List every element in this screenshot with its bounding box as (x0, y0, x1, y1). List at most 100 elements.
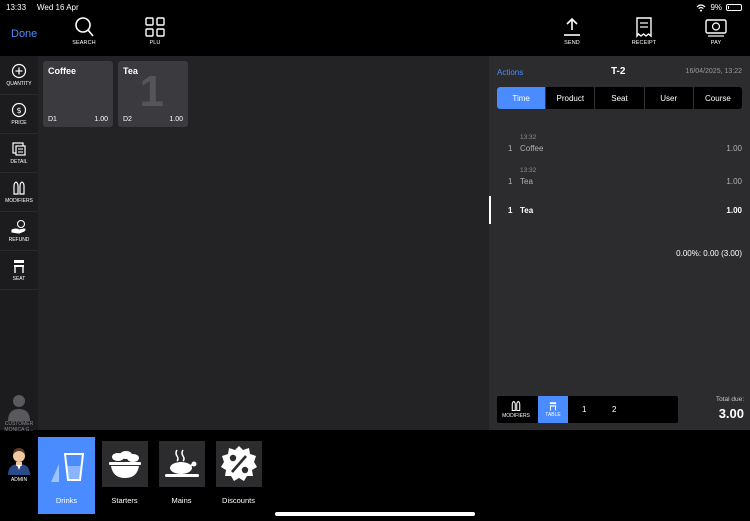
category-label: Starters (111, 496, 138, 505)
status-time: 13:33 (6, 3, 27, 12)
starters-image (101, 441, 148, 487)
product-tile-coffee[interactable]: Coffee D1 1.00 (43, 61, 113, 127)
line-price: 1.00 (726, 144, 742, 153)
detail-label: DETAIL (10, 159, 28, 165)
order-line-item[interactable]: 13:32 1 Tea 1.00 (489, 167, 750, 191)
pay-label: PAY (710, 40, 722, 46)
dollar-circle-icon: $ (11, 102, 27, 118)
receipt-button[interactable]: RECEIPT (624, 16, 664, 46)
modifiers-button[interactable]: MODIFIERS (0, 173, 38, 212)
function-sidebar: QUANTITY $ PRICE DETAIL MODIFIERS REFUND… (0, 56, 38, 433)
pay-button[interactable]: PAY (696, 16, 736, 46)
line-name: Tea (520, 206, 534, 215)
product-name: Tea (123, 66, 138, 76)
tab-product[interactable]: Product (546, 87, 596, 109)
customer-name: MONICA G... (4, 427, 34, 433)
customer-button[interactable]: CUSTOMER MONICA G... (0, 391, 38, 441)
modifiers-label: MODIFIERS (502, 413, 530, 419)
seat-icon (14, 260, 24, 273)
send-icon (564, 17, 580, 36)
table-button[interactable]: TABLE (538, 396, 568, 423)
seat-2-button[interactable]: 2 (612, 405, 616, 414)
detail-button[interactable]: DETAIL (0, 134, 38, 173)
tab-course[interactable]: Course (694, 87, 742, 109)
order-date: 16/04/2025, 13:22 (685, 68, 742, 75)
plu-grid-icon (145, 17, 165, 37)
category-label: Mains (171, 496, 192, 505)
refund-icon (11, 219, 26, 234)
toolbar: Done SEARCH PLU SEND RECEIPT PAY (0, 14, 750, 56)
table-label: TABLE (545, 412, 561, 418)
line-qty: 1 (508, 206, 513, 215)
category-label: Discounts (222, 496, 255, 505)
battery-fill (728, 6, 729, 9)
refund-button[interactable]: REFUND (0, 212, 38, 251)
admin-avatar-icon (8, 448, 30, 475)
product-tile-tea[interactable]: 1 Tea D2 1.00 (118, 61, 188, 127)
line-price: 1.00 (726, 177, 742, 186)
drinks-icon (50, 453, 84, 482)
discount-summary: 0.00%: 0.00 (3.00) (676, 249, 742, 258)
send-button[interactable]: SEND (552, 16, 592, 46)
table-name: T-2 (611, 66, 626, 77)
line-qty: 1 (508, 177, 513, 186)
refund-label: REFUND (8, 237, 30, 243)
admin-button[interactable]: ADMIN (0, 445, 38, 495)
search-icon (75, 17, 94, 37)
category-mains[interactable]: Mains (153, 437, 210, 514)
order-line-item[interactable]: 13:32 1 Coffee 1.00 (489, 134, 750, 158)
wifi-icon (697, 3, 706, 12)
seat-1-button[interactable]: 1 (582, 405, 586, 414)
done-button[interactable]: Done (11, 28, 37, 40)
order-bottom-controls: MODIFIERS TABLE 1 2 (497, 396, 678, 423)
cash-icon (705, 19, 727, 37)
modifiers-icon (511, 400, 521, 412)
price-label: PRICE (11, 120, 27, 126)
status-indicators: 9% (696, 3, 742, 12)
status-bar: 13:33 Wed 16 Apr 9% (0, 0, 750, 14)
category-starters[interactable]: Starters (96, 437, 153, 514)
price-button[interactable]: $ PRICE (0, 95, 38, 134)
search-label: SEARCH (72, 40, 96, 46)
line-time: 13:32 (520, 134, 537, 141)
product-code: D1 (48, 116, 57, 123)
salad-bowl-icon (108, 451, 141, 478)
battery-percent: 9% (710, 3, 722, 12)
modifiers-label: MODIFIERS (5, 198, 33, 204)
order-line-item-selected[interactable]: 1 Tea 1.00 (489, 204, 750, 220)
category-drinks[interactable]: Drinks (38, 437, 95, 514)
seat-icon (549, 402, 557, 411)
line-price: 1.00 (726, 206, 742, 215)
tab-seat[interactable]: Seat (595, 87, 645, 109)
quantity-button[interactable]: QUANTITY (0, 56, 38, 95)
order-modifiers-button[interactable]: MODIFIERS (497, 396, 535, 423)
plu-label: PLU (149, 40, 161, 46)
percent-badge-icon (220, 446, 257, 481)
sort-segmented-control: Time Product Seat User Course (497, 87, 742, 109)
actions-button[interactable]: Actions (497, 68, 523, 77)
line-time: 13:32 (520, 167, 537, 174)
tab-user[interactable]: User (645, 87, 694, 109)
plus-circle-icon (11, 63, 27, 79)
svg-text:$: $ (16, 106, 21, 115)
battery-icon (726, 4, 742, 11)
product-grid: Coffee D1 1.00 1 Tea D2 1.00 (38, 56, 489, 430)
send-label: SEND (564, 40, 580, 46)
roast-chicken-icon (164, 449, 199, 477)
quantity-label: QUANTITY (6, 81, 32, 87)
category-label: Drinks (55, 496, 78, 505)
line-qty: 1 (508, 144, 513, 153)
product-qty: 1.00 (94, 116, 108, 123)
home-indicator[interactable] (275, 512, 475, 516)
plu-button[interactable]: PLU (135, 16, 175, 46)
seat-button[interactable]: SEAT (0, 251, 38, 290)
line-name: Tea (520, 177, 533, 186)
mains-image (158, 441, 205, 487)
category-discounts[interactable]: Discounts (210, 437, 267, 514)
total-due-value: 3.00 (718, 406, 744, 421)
tab-time[interactable]: Time (497, 87, 547, 109)
search-button[interactable]: SEARCH (64, 16, 104, 46)
product-count-badge: 1 (139, 67, 164, 116)
modifiers-icon (13, 181, 25, 195)
order-panel: Actions T-2 16/04/2025, 13:22 Time Produ… (489, 56, 750, 430)
